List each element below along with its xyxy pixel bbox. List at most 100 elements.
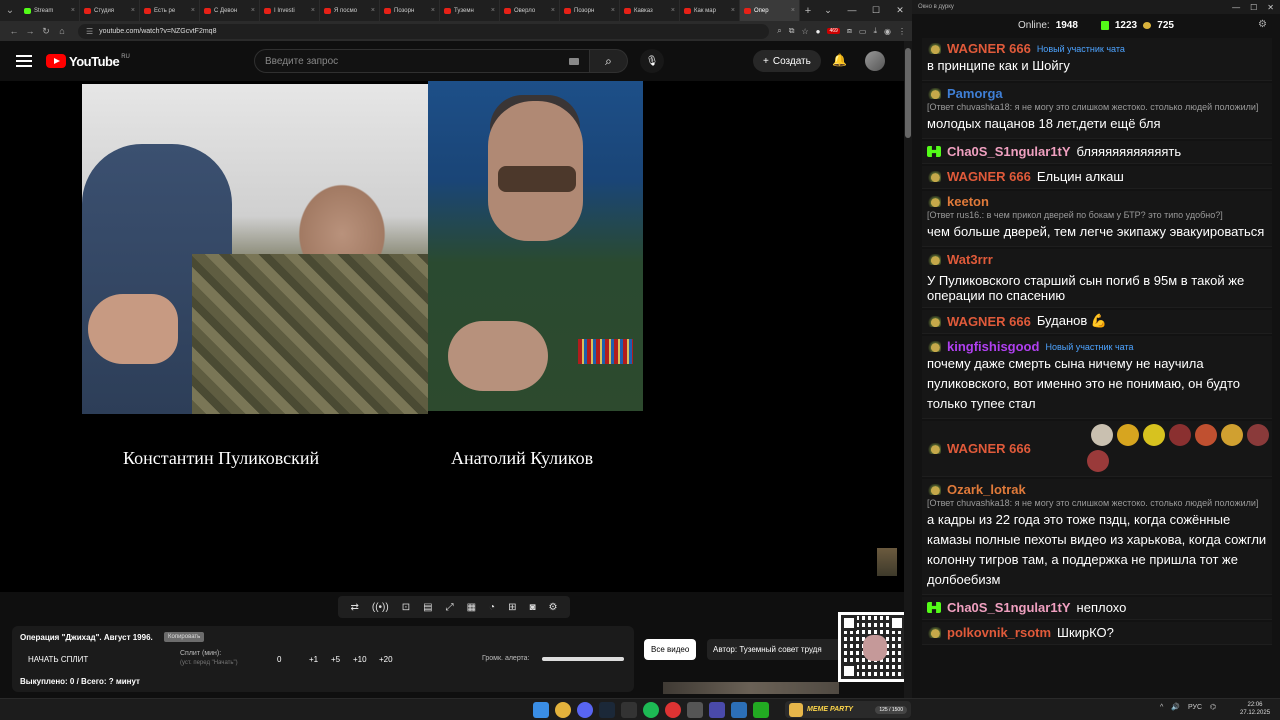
broadcast-icon[interactable]: ((•)) [372, 602, 389, 613]
tab-close-icon[interactable]: × [311, 7, 315, 14]
alert-volume-slider[interactable] [542, 657, 624, 661]
maximize-icon[interactable]: ☐ [864, 5, 888, 16]
zoom-icon[interactable]: ⌕ [777, 26, 781, 36]
extension-dot-icon[interactable]: ● [816, 27, 821, 36]
browser-tab[interactable]: Stream × [20, 0, 80, 21]
screenshot-camera-icon[interactable]: ◙ [529, 602, 535, 613]
chat-username[interactable]: WAGNER 666 [947, 441, 1031, 456]
pip-icon[interactable]: ⊞ [508, 602, 516, 613]
chat-username[interactable]: WAGNER 666 [947, 41, 1031, 56]
steam-icon[interactable] [599, 702, 615, 718]
account-avatar[interactable] [865, 51, 885, 71]
side-panel-icon[interactable]: ▭ [859, 27, 867, 36]
tab-close-icon[interactable]: × [431, 7, 435, 14]
tab-close-icon[interactable]: × [71, 7, 75, 14]
tab-close-icon[interactable]: × [791, 7, 795, 14]
chat-username[interactable]: WAGNER 666 [947, 169, 1031, 184]
loop-icon[interactable]: ⇄ [351, 602, 359, 613]
chat-username[interactable]: Pamorga [947, 86, 1003, 101]
home-icon[interactable]: ⌂ [54, 26, 70, 36]
voice-search-button[interactable]: 🎙 [640, 49, 664, 73]
extension-badge[interactable]: 469 [827, 28, 840, 34]
download-icon[interactable]: ⤓ [873, 26, 877, 36]
browser-tab[interactable]: Позорн × [560, 0, 620, 21]
vscode-icon[interactable] [731, 702, 747, 718]
back-arrow-icon[interactable]: ← [6, 26, 22, 36]
tab-close-icon[interactable]: × [611, 7, 615, 14]
volume-icon[interactable]: 🔊 [1171, 703, 1180, 711]
video-player[interactable]: Константин Пуликовский Анатолий Куликов [0, 81, 904, 592]
forward-arrow-icon[interactable]: → [22, 26, 38, 36]
meme-party-widget[interactable]: MEME PARTY 125 / 1500 [785, 701, 911, 718]
plus1-button[interactable]: +1 [309, 655, 318, 664]
settings-gear-icon[interactable]: ⚙ [549, 602, 558, 613]
chat-username[interactable]: Cha0S_S1ngular1tY [947, 600, 1071, 615]
cast-icon[interactable]: ⧉ [789, 26, 795, 36]
browser-tab[interactable]: Оверло × [500, 0, 560, 21]
all-videos-button[interactable]: Все видео [644, 639, 697, 660]
telegram-icon[interactable] [621, 702, 637, 718]
browser-menu-icon[interactable]: ⋮ [898, 27, 906, 36]
site-info-icon[interactable]: ☰ [86, 27, 93, 36]
browser-tab[interactable]: Позорн × [380, 0, 440, 21]
utility-icon[interactable] [753, 702, 769, 718]
chat-username[interactable]: Ozark_lotrak [947, 482, 1026, 497]
screen-record-icon[interactable]: ⊡ [402, 602, 410, 613]
browser-tab[interactable]: I Investi × [260, 0, 320, 21]
tab-close-icon[interactable]: × [671, 7, 675, 14]
plus20-button[interactable]: +20 [379, 655, 393, 664]
tab-close-icon[interactable]: × [491, 7, 495, 14]
chat-maximize-icon[interactable]: ☐ [1250, 3, 1257, 12]
profile-icon[interactable]: ◉ [884, 27, 891, 36]
browser-tab[interactable]: Как мар × [680, 0, 740, 21]
plus10-button[interactable]: +10 [353, 655, 367, 664]
browser-tab[interactable]: Есть ре × [140, 0, 200, 21]
tab-menu-chevron-icon[interactable]: ⌄ [0, 0, 20, 21]
copy-button[interactable]: Копировать [164, 632, 205, 642]
speed-gauge-icon[interactable]: ◔ [489, 602, 495, 613]
windows-start-icon[interactable] [533, 702, 549, 718]
browser-tab[interactable]: Кавказ × [620, 0, 680, 21]
media-icon[interactable] [709, 702, 725, 718]
new-tab-plus-icon[interactable]: + [800, 5, 816, 17]
network-icon[interactable]: ⌬ [1210, 703, 1216, 711]
chat-username[interactable]: Wat3rrr [947, 252, 993, 267]
youtube-logo[interactable]: YouTube RU [46, 54, 130, 69]
browser-tab[interactable]: Студия × [80, 0, 140, 21]
extensions-puzzle-icon[interactable]: ⧈ [847, 26, 852, 36]
create-button[interactable]: + Создать [753, 50, 821, 72]
video-thumbnail-mini[interactable] [877, 548, 897, 576]
tab-close-icon[interactable]: × [191, 7, 195, 14]
spotify-icon[interactable] [643, 702, 659, 718]
browser-tab[interactable]: Опер × [740, 0, 800, 21]
plus5-button[interactable]: +5 [331, 655, 340, 664]
hamburger-menu-icon[interactable] [16, 55, 32, 67]
tray-chevron-icon[interactable]: ^ [1160, 704, 1163, 711]
app-icon[interactable] [687, 702, 703, 718]
page-scrollbar[interactable] [904, 41, 912, 698]
reload-icon[interactable]: ↻ [38, 26, 54, 37]
keyboard-icon[interactable] [569, 57, 579, 65]
clock[interactable]: 22:06 27.12.2025 [1240, 701, 1270, 717]
chat-username[interactable]: kingfishisgood [947, 339, 1039, 354]
obs-icon[interactable] [665, 702, 681, 718]
language-indicator[interactable]: РУС [1188, 704, 1202, 711]
search-button[interactable]: ⌕ [590, 49, 628, 73]
bookmark-star-icon[interactable]: ☆ [801, 27, 808, 36]
resize-icon[interactable]: ⤢ [446, 602, 454, 613]
chat-username[interactable]: WAGNER 666 [947, 314, 1031, 329]
chat-close-icon[interactable]: ✕ [1267, 3, 1274, 12]
tab-search-chevron-icon[interactable]: ⌄ [816, 5, 840, 16]
tab-close-icon[interactable]: × [551, 7, 555, 14]
search-input[interactable]: Введите запрос [254, 49, 590, 73]
notifications-bell-icon[interactable]: 🔔 [832, 53, 847, 67]
browser-tab[interactable]: С Девон × [200, 0, 260, 21]
tab-close-icon[interactable]: × [731, 7, 735, 14]
url-field[interactable]: ☰ youtube.com/watch?v=NZGcvtF2mq8 [78, 23, 770, 39]
tab-close-icon[interactable]: × [251, 7, 255, 14]
minimize-icon[interactable]: — [840, 5, 864, 16]
grid-icon[interactable]: ▦ [467, 602, 476, 613]
tab-close-icon[interactable]: × [371, 7, 375, 14]
start-split-button[interactable]: НАЧАТЬ СПЛИТ [28, 655, 88, 664]
chat-username[interactable]: keeton [947, 194, 989, 209]
